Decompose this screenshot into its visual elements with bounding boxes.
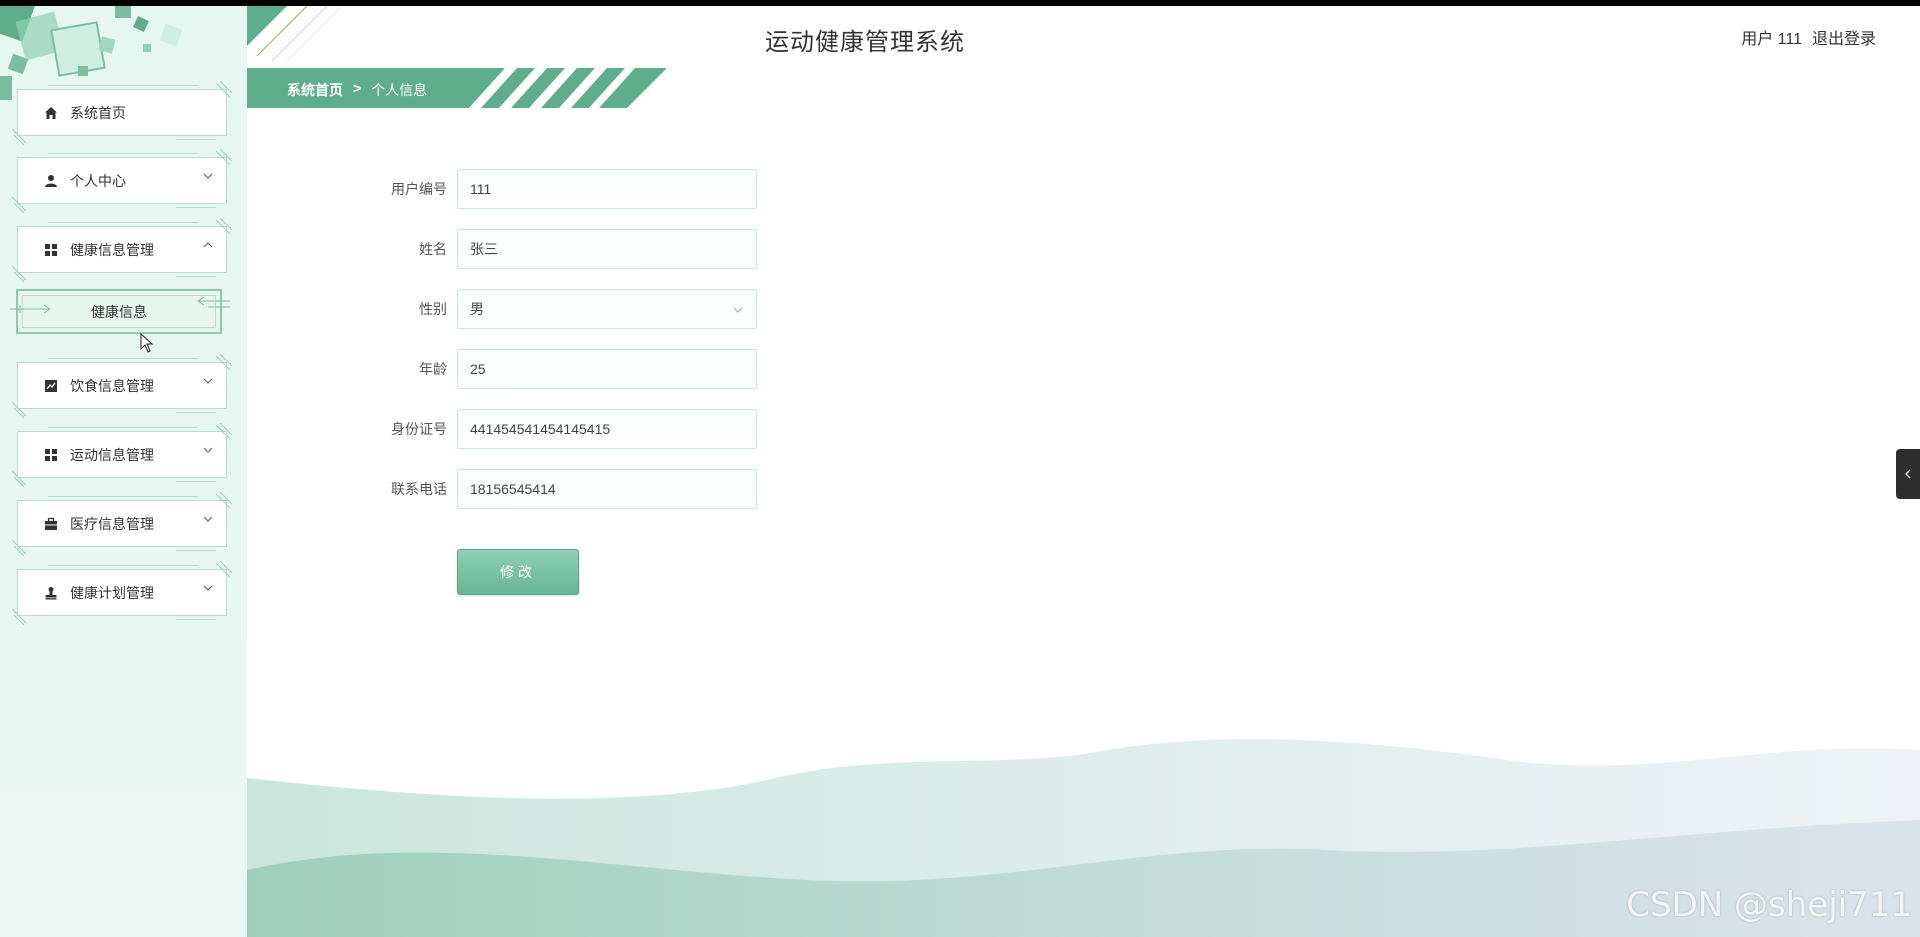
breadcrumb-current: 个人信息 (371, 82, 428, 98)
sidebar-item-label: 系统首页 (70, 104, 126, 121)
mouse-cursor-icon (140, 333, 154, 353)
collapse-tab[interactable] (1896, 449, 1920, 499)
chevron-down-icon (733, 307, 743, 313)
user-icon (42, 172, 60, 190)
field-label: 性别 (419, 301, 447, 317)
sidebar-item-health-plan-management[interactable]: 健康计划管理 (12, 561, 232, 625)
breadcrumb: 系统首页 > 个人信息 (287, 80, 427, 100)
chevron-left-icon (1905, 469, 1911, 479)
form-row-name: 姓名 张三 (360, 228, 757, 270)
sidebar-item-label: 个人中心 (70, 172, 126, 189)
sidebar-item-label: 健康信息管理 (70, 241, 154, 258)
sidebar-item-label: 饮食信息管理 (70, 377, 154, 394)
field-label: 年龄 (419, 361, 447, 377)
sidebar-subitem-label: 健康信息 (91, 303, 147, 320)
chevron-down-icon (203, 173, 213, 179)
sidebar-item-personal-center[interactable]: 个人中心 (12, 149, 232, 213)
sidebar-item-home[interactable]: 系统首页 (12, 81, 232, 145)
user-area: 用户 111 退出登录 (1741, 25, 1876, 49)
sidebar-item-label: 医疗信息管理 (70, 515, 154, 532)
form-row-phone: 联系电话 18156545414 (360, 468, 757, 510)
home-icon (42, 104, 60, 122)
form-row-gender: 性别 男 (360, 288, 757, 330)
logout-link[interactable]: 退出登录 (1812, 25, 1876, 49)
header-decoration (247, 6, 343, 62)
sidebar-item-diet-info-management[interactable]: 饮食信息管理 (12, 354, 232, 418)
chevron-down-icon (203, 378, 213, 384)
name-input[interactable]: 张三 (457, 229, 757, 269)
sidebar-item-medical-info-management[interactable]: 医疗信息管理 (12, 492, 232, 556)
app-title: 运动健康管理系统 (765, 29, 965, 56)
user-id-input[interactable]: 111 (457, 169, 757, 209)
gender-select-value: 男 (470, 301, 484, 317)
field-label: 联系电话 (391, 481, 447, 497)
arrow-decoration (197, 297, 230, 308)
chevron-down-icon (203, 516, 213, 522)
chevron-down-icon (203, 585, 213, 591)
top-black-bar (0, 0, 1920, 6)
grid-icon (42, 446, 60, 464)
id-number-input[interactable]: 441454541454145415 (457, 409, 757, 449)
form-row-id-number: 身份证号 441454541454145415 (360, 408, 757, 450)
briefcase-icon (42, 515, 60, 533)
breadcrumb-home-link[interactable]: 系统首页 (287, 80, 343, 100)
stamp-icon (42, 584, 60, 602)
sidebar-item-label: 运动信息管理 (70, 446, 154, 463)
age-input[interactable]: 25 (457, 349, 757, 389)
modify-button[interactable]: 修改 (457, 549, 579, 595)
sidebar-item-health-info-management[interactable]: 健康信息管理 (12, 218, 232, 282)
grid-icon (42, 241, 60, 259)
chevron-down-icon (203, 447, 213, 453)
form-row-user-id: 用户编号 111 (360, 168, 757, 210)
gender-select[interactable]: 男 (457, 289, 757, 329)
field-label: 姓名 (419, 241, 447, 257)
watermark: CSDN @sheji711 (1626, 885, 1912, 925)
sidebar-item-label: 健康计划管理 (70, 584, 154, 601)
sidebar-item-exercise-info-management[interactable]: 运动信息管理 (12, 423, 232, 487)
field-label: 身份证号 (391, 421, 447, 437)
field-label: 用户编号 (391, 181, 447, 197)
chevron-up-icon (203, 242, 213, 248)
breadcrumb-separator: > (353, 80, 362, 96)
phone-input[interactable]: 18156545414 (457, 469, 757, 509)
chart-icon (42, 377, 60, 395)
sidebar-subitem-health-info[interactable]: 健康信息 (10, 289, 230, 334)
current-user-label: 用户 111 (1741, 31, 1802, 48)
form-row-age: 年龄 25 (360, 348, 757, 390)
arrow-decoration (10, 304, 51, 314)
